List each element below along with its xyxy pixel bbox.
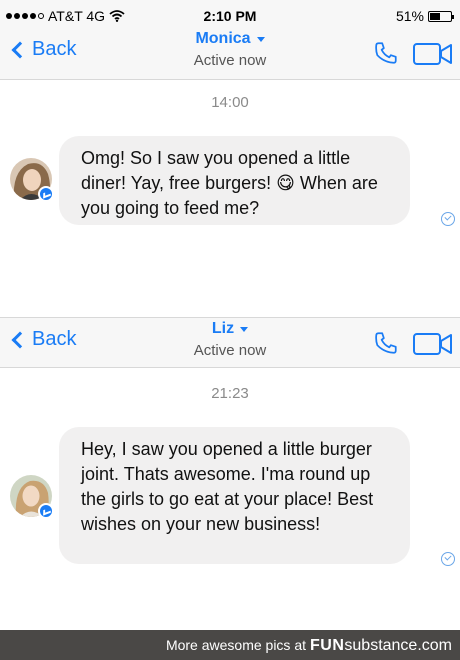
contact-name: Liz <box>211 320 235 337</box>
status-bar: AT&T 4G 2:10 PM 51% <box>0 0 460 28</box>
message-bubble[interactable]: Hey, I saw you opened a little burger jo… <box>59 427 410 564</box>
video-icon[interactable] <box>413 42 453 66</box>
avatar[interactable] <box>10 475 54 519</box>
seen-check-icon <box>441 212 455 226</box>
message-text: Hey, I saw you opened a little burger jo… <box>81 439 374 534</box>
seen-check-icon <box>441 552 455 566</box>
footer-text: More awesome pics at <box>165 637 306 653</box>
video-icon[interactable] <box>413 332 453 356</box>
message-timestamp: 21:23 <box>211 385 249 402</box>
messenger-badge-icon <box>38 503 54 519</box>
footer-brand-bold: FUN <box>310 637 345 654</box>
avatar[interactable] <box>10 158 54 202</box>
chat-header-monica: Back Monica Active now <box>0 28 460 80</box>
message-bubble[interactable]: Omg! So I saw you opened a little diner!… <box>59 136 410 225</box>
message-timestamp: 14:00 <box>211 94 249 111</box>
phone-icon[interactable] <box>373 40 399 66</box>
chat-header-liz: Back Liz Active now <box>0 317 460 368</box>
message-text: Omg! So I saw you opened a little diner!… <box>81 148 378 218</box>
contact-name: Monica <box>195 30 251 47</box>
phone-icon[interactable] <box>373 330 399 356</box>
messenger-badge-icon <box>38 186 54 202</box>
watermark-footer: More awesome pics at FUNsubstance.com <box>0 630 460 660</box>
battery-percent: 51% <box>395 8 424 24</box>
clock: 2:10 PM <box>203 8 257 24</box>
caret-down-icon <box>256 36 265 42</box>
battery-icon <box>428 10 454 22</box>
battery-status: 51% <box>395 8 454 24</box>
caret-down-icon <box>240 326 249 332</box>
footer-brand-rest: substance.com <box>344 637 452 654</box>
